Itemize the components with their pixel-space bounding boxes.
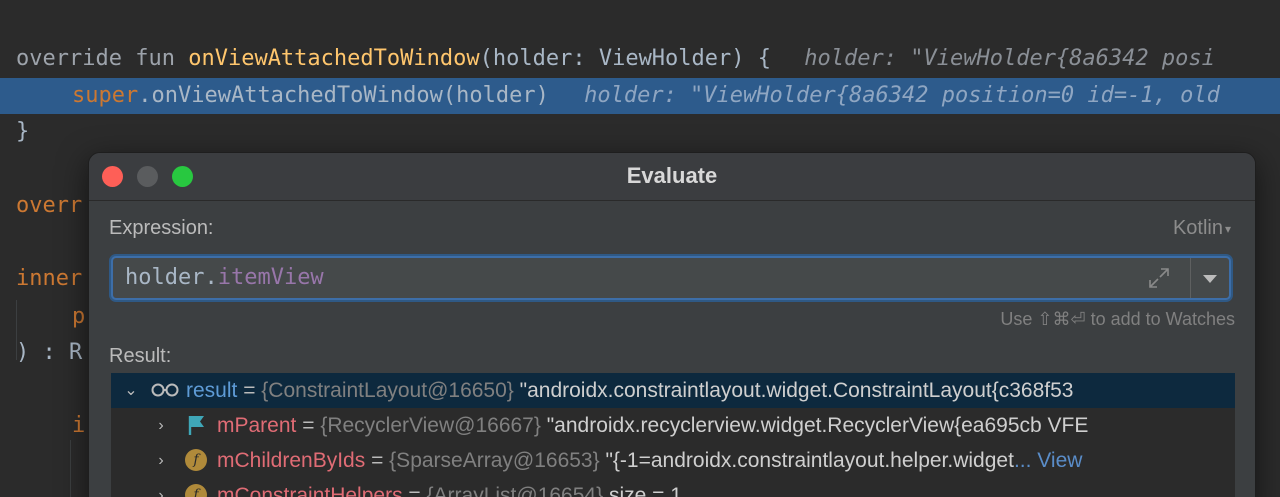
function-params: (holder: ViewHolder) { — [479, 46, 772, 71]
add-to-watches-hint: Use ⇧⌘⏎ to add to Watches — [1000, 309, 1235, 329]
code-line-1: override fun onViewAttachedToWindow(hold… — [0, 41, 1280, 77]
tree-row-result[interactable]: ⌄ result = {ConstraintLayout@16650} "and… — [111, 373, 1235, 408]
closing-brace: } — [16, 119, 30, 144]
chevron-down-icon: ▾ — [1224, 221, 1231, 236]
tree-row-content: mConstraintHelpers = {ArrayList@16654} s… — [217, 478, 682, 497]
view-more-link[interactable]: ... View — [1014, 449, 1082, 472]
chevron-right-icon[interactable]: › — [151, 408, 171, 443]
language-selector[interactable]: Kotlin ▾ — [1173, 217, 1231, 240]
indent-guide — [16, 300, 17, 360]
variable-name: result — [186, 379, 238, 402]
chevron-right-icon[interactable]: › — [151, 443, 171, 478]
history-dropdown-button[interactable] — [1191, 258, 1229, 298]
result-label: Result: — [109, 345, 172, 367]
expression-input[interactable]: holder.itemView — [111, 256, 1231, 300]
variable-name: mParent — [217, 414, 297, 437]
field-icon: f — [185, 484, 207, 497]
keyword-fragment: p — [72, 304, 86, 329]
code-fragment: ) : R — [16, 340, 83, 365]
flag-icon — [188, 416, 204, 435]
code-line-2-execution-point: super.onViewAttachedToWindow(holder) hol… — [0, 78, 1280, 114]
keyword-fragment: i — [72, 413, 86, 438]
tree-row-mconstrainthelpers[interactable]: › f mConstraintHelpers = {ArrayList@1665… — [111, 478, 1235, 497]
variable-type: {ConstraintLayout@16650} — [261, 379, 514, 402]
variable-name: mConstraintHelpers — [217, 484, 403, 497]
result-tree[interactable]: ⌄ result = {ConstraintLayout@16650} "and… — [111, 373, 1235, 497]
dialog-titlebar[interactable]: Evaluate — [89, 153, 1255, 201]
watch-glasses-icon — [151, 383, 179, 397]
tree-row-content: result = {ConstraintLayout@16650} "andro… — [186, 373, 1073, 408]
language-label: Kotlin — [1172, 217, 1223, 239]
variable-value: "androidx.recyclerview.widget.RecyclerVi… — [540, 414, 1089, 437]
equals-sign: = — [365, 449, 390, 472]
inline-debug-hint: holder: "ViewHolder{8a6342 position=0 id… — [584, 83, 1220, 108]
keyword-fun: fun — [135, 46, 175, 71]
code-line-3: } — [0, 114, 1280, 150]
inline-debug-hint: holder: "ViewHolder{8a6342 posi — [804, 46, 1215, 71]
field-icon: f — [185, 449, 207, 471]
keyword-override: overr — [16, 193, 83, 218]
triangle-down-icon — [1203, 275, 1217, 283]
equals-sign: = — [296, 414, 321, 437]
variable-type: {ArrayList@16654} — [426, 484, 604, 497]
variable-value: size = 1 — [603, 484, 682, 497]
indent-guide — [70, 440, 71, 497]
expression-text[interactable]: holder.itemView — [125, 258, 324, 298]
tree-row-mparent[interactable]: › mParent = {RecyclerView@16667} "androi… — [111, 408, 1235, 443]
equals-sign: = — [237, 379, 262, 402]
dialog-title: Evaluate — [626, 163, 718, 188]
evaluate-dialog: Evaluate Expression: Kotlin ▾ holder.item… — [88, 152, 1256, 497]
variable-value: "androidx.constraintlayout.widget.Constr… — [513, 379, 1074, 402]
expression-property: itemView — [217, 265, 324, 290]
keyword-inner: inner — [16, 266, 83, 291]
tree-row-mchildrenbyids[interactable]: › f mChildrenByIds = {SparseArray@16653}… — [111, 443, 1235, 478]
chevron-down-icon[interactable]: ⌄ — [121, 373, 141, 408]
expression-object: holder. — [125, 265, 218, 290]
call-expression: .onViewAttachedToWindow(holder) — [138, 83, 549, 108]
variable-type: {RecyclerView@16667} — [320, 414, 541, 437]
expand-editor-icon[interactable] — [1147, 266, 1171, 290]
keyword-override: override — [16, 46, 122, 71]
function-name: onViewAttachedToWindow — [188, 46, 480, 71]
chevron-right-icon[interactable]: › — [151, 478, 171, 497]
keyword-super: super — [72, 83, 139, 108]
variable-name: mChildrenByIds — [217, 449, 366, 472]
equals-sign: = — [402, 484, 427, 497]
tree-row-content: mParent = {RecyclerView@16667} "androidx… — [217, 408, 1088, 443]
expression-label: Expression: — [109, 217, 214, 239]
variable-value: "{-1=androidx.constraintlayout.helper.wi… — [599, 449, 1014, 472]
tree-row-content: mChildrenByIds = {SparseArray@16653} "{-… — [217, 443, 1082, 478]
variable-type: {SparseArray@16653} — [389, 449, 600, 472]
